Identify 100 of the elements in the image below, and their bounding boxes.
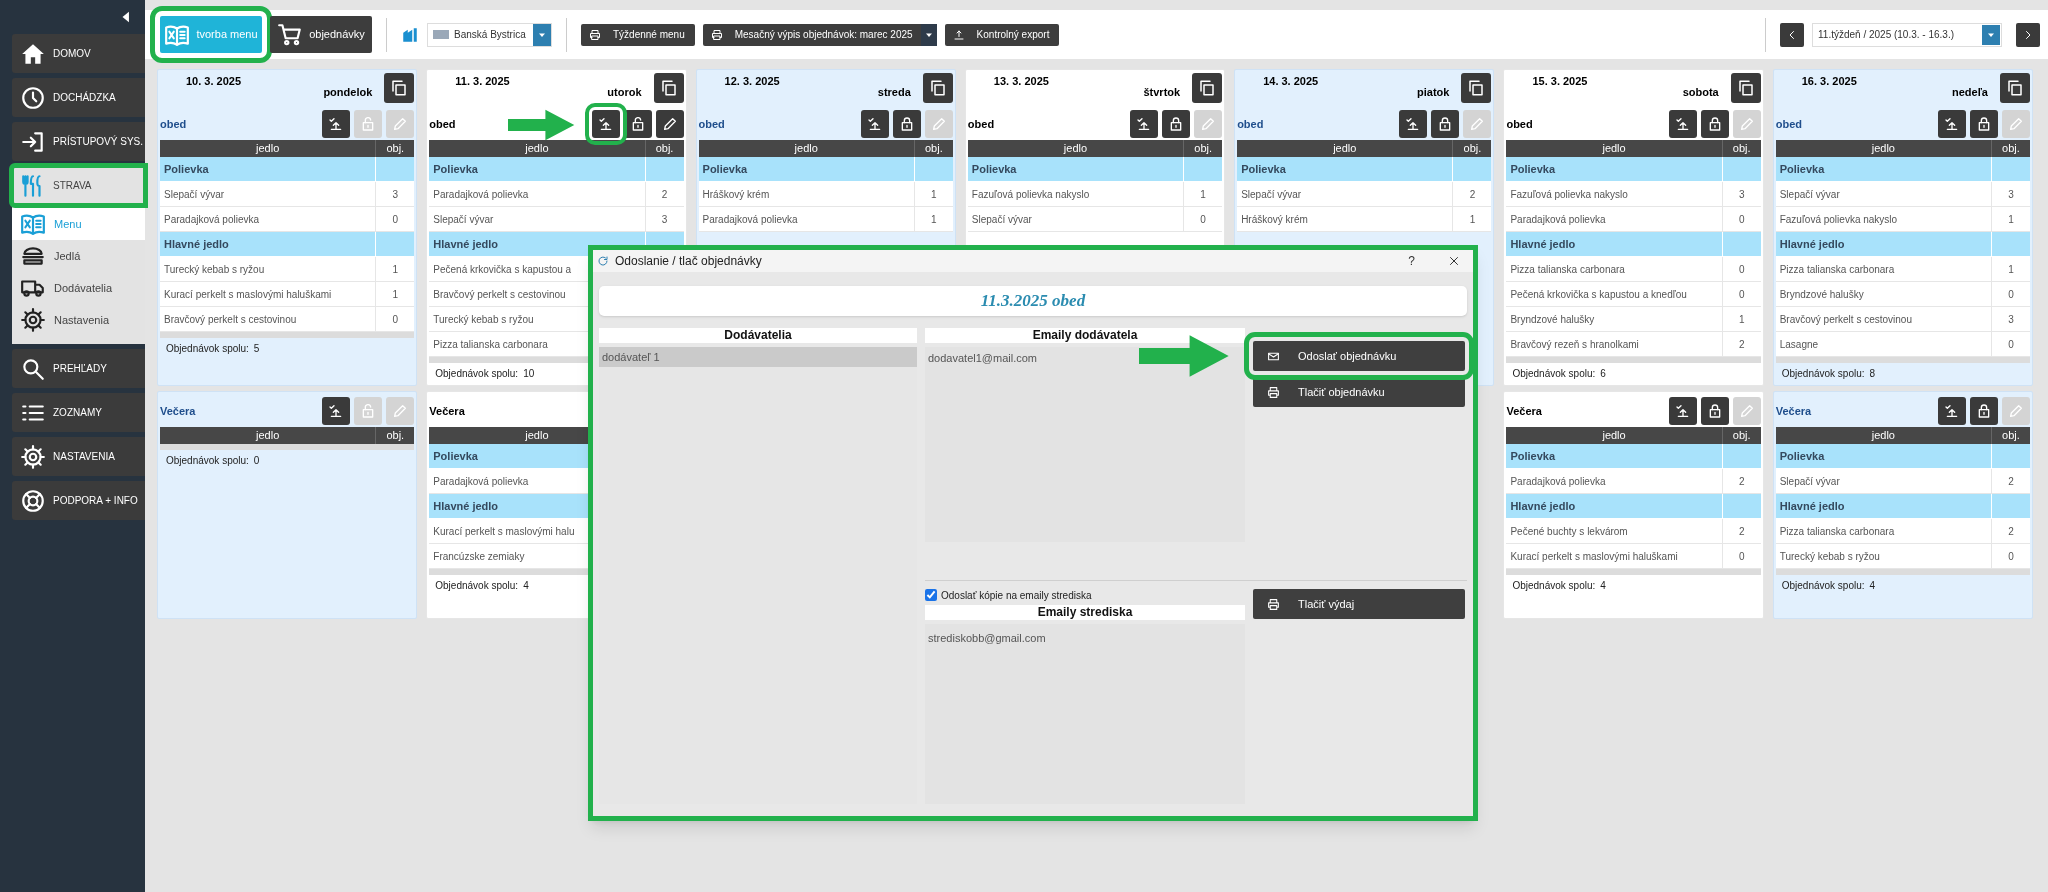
table-cell: Pečená krkovička s kapustou a knedľou xyxy=(1506,282,1723,306)
table-cell-text: 1 xyxy=(930,212,938,227)
flag-icon xyxy=(433,30,449,39)
copy-button[interactable] xyxy=(922,73,953,103)
meal-action-button[interactable] xyxy=(1938,110,1966,138)
copy-button[interactable] xyxy=(1461,73,1492,103)
meal-action-button[interactable] xyxy=(655,110,684,138)
table-cell-text: 0 xyxy=(391,312,400,327)
weekday-label: sobota xyxy=(1682,85,1719,100)
copy-icon xyxy=(1736,79,1755,97)
meal-action-button[interactable] xyxy=(1700,110,1729,138)
total-value: 0 xyxy=(253,454,260,468)
toolbar-button[interactable]: Mesačný výpis objednávok: marec 2025 xyxy=(702,23,937,46)
meal-action-button[interactable] xyxy=(322,397,351,425)
sidebar-subitem[interactable]: Jedlá xyxy=(12,240,145,272)
total-label: Objednávok spolu: xyxy=(1512,367,1596,381)
pencil-icon xyxy=(1738,403,1755,419)
sidebar-subitem[interactable]: Dodávatelia xyxy=(12,272,145,304)
copy-button[interactable] xyxy=(1730,73,1761,103)
table-cell: Slepačí vývar xyxy=(429,207,646,231)
action-button[interactable]: Tlačiť výdaj xyxy=(1253,589,1465,619)
total-label: Objednávok spolu: xyxy=(166,342,249,356)
table-cell-text: 0 xyxy=(391,212,400,227)
copy-button[interactable] xyxy=(384,73,415,103)
total-label: Objednávok spolu: xyxy=(435,579,519,593)
copy-button[interactable] xyxy=(2000,73,2030,103)
table-cell-text: 1 xyxy=(2007,212,2015,227)
sidebar-item[interactable]: DOCHÁDZKA xyxy=(12,78,145,117)
week-select[interactable]: 11.týždeň / 2025 (10.3. - 16.3.) xyxy=(1812,22,2002,47)
checkbox[interactable] xyxy=(925,589,937,601)
table-cell-text: 1 xyxy=(2007,262,2015,277)
day-date: 15. 3. 2025 xyxy=(1532,74,1588,89)
meal-action-button[interactable] xyxy=(860,110,889,138)
copy-button[interactable] xyxy=(1192,73,1223,103)
meal-action-button[interactable] xyxy=(1162,110,1191,138)
meal-title: obed xyxy=(1237,116,1264,132)
sidebar-item[interactable]: PREHĽADY xyxy=(12,349,145,388)
table-cell: Paradajková polievka xyxy=(160,207,377,231)
copy-button[interactable] xyxy=(653,73,684,103)
table-cell-text: 0 xyxy=(2007,337,2015,352)
table-cell: Pizza talianska carbonara xyxy=(1775,519,1992,543)
table-cell-text: 0 xyxy=(1199,212,1207,227)
table-cell: Paradajková polievka xyxy=(1506,207,1723,231)
sidebar-item[interactable]: PRÍSTUPOVÝ SYS. xyxy=(12,122,145,161)
sidebar-item[interactable]: PODPORA + INFO xyxy=(12,481,145,520)
toolbar-button[interactable]: Kontrolný export xyxy=(944,23,1060,46)
list-item[interactable]: dodávateľ 1 xyxy=(599,347,917,367)
category-label: Polievka xyxy=(1510,448,1556,464)
sidebar-item[interactable]: STRAVA xyxy=(12,166,145,205)
pencil-icon xyxy=(1738,116,1755,132)
sidebar-item[interactable]: DOMOV xyxy=(12,34,145,73)
column-header: obj. xyxy=(1731,428,1752,443)
meal-action-button[interactable] xyxy=(892,110,921,138)
day-date: 12. 3. 2025 xyxy=(724,74,780,89)
day-date: 14. 3. 2025 xyxy=(1263,74,1319,89)
weekday-label: streda xyxy=(877,85,911,100)
previous-week-button[interactable] xyxy=(1780,22,1804,47)
meal-action-button[interactable] xyxy=(1130,110,1159,138)
table-cell: Pečené buchty s lekvárom xyxy=(1506,519,1723,543)
dialog-heading: 11.3.2025 obed xyxy=(980,290,1086,313)
upload-icon xyxy=(1944,403,1960,419)
copy-icon xyxy=(2006,79,2024,97)
meal-action-button[interactable] xyxy=(1970,397,1998,425)
total-label: Objednávok spolu: xyxy=(166,454,249,468)
meal-action-button[interactable] xyxy=(1668,397,1697,425)
meal-title: Večera xyxy=(429,403,465,419)
tab[interactable]: objednávky xyxy=(270,16,372,53)
table-cell-text: 1 xyxy=(1199,187,1207,202)
printer-icon xyxy=(1267,385,1280,399)
day-date: 16. 3. 2025 xyxy=(1801,74,1857,89)
action-button[interactable]: Tlačiť objednávku xyxy=(1253,377,1465,407)
help-button[interactable]: ? xyxy=(1400,252,1423,270)
table-cell-text: 2 xyxy=(1737,524,1746,539)
table-cell: Bravčový rezeň s hranolkami xyxy=(1506,332,1723,356)
category-label: Polievka xyxy=(164,161,209,177)
meal-title: obed xyxy=(1775,116,1802,132)
total-value: 10 xyxy=(523,367,535,381)
sidebar-subitem[interactable]: Nastavenia xyxy=(12,304,145,336)
next-week-button[interactable] xyxy=(2016,22,2040,47)
table-cell: Paradajková polievka xyxy=(1506,469,1723,493)
toolbar-button[interactable]: Týždenné menu xyxy=(581,23,695,46)
meal-action-button[interactable] xyxy=(1700,397,1729,425)
settings-icon xyxy=(20,307,46,333)
table-cell-text: 2 xyxy=(2007,524,2015,539)
table-cell: Paradajková polievka xyxy=(698,207,915,231)
meal-action-button[interactable] xyxy=(322,110,351,138)
table-cell: Turecký kebab s ryžou xyxy=(1775,544,1992,568)
printer-icon xyxy=(710,28,723,41)
meal-action-button[interactable] xyxy=(1668,110,1697,138)
pencil-icon xyxy=(392,116,409,132)
table-cell: Fazuľová polievka nakyslo xyxy=(1506,182,1723,206)
total-label: Objednávok spolu: xyxy=(435,367,519,381)
location-select[interactable]: Banská Bystrica xyxy=(427,22,552,47)
meal-action-button[interactable] xyxy=(1938,397,1966,425)
meal-action-button[interactable] xyxy=(1399,110,1428,138)
meal-action-button[interactable] xyxy=(1431,110,1460,138)
table-cell-text: 2 xyxy=(1737,337,1746,352)
sidebar-item[interactable]: NASTAVENIA xyxy=(12,437,145,476)
meal-action-button[interactable] xyxy=(1970,110,1998,138)
sidebar-item[interactable]: ZOZNAMY xyxy=(12,393,145,432)
